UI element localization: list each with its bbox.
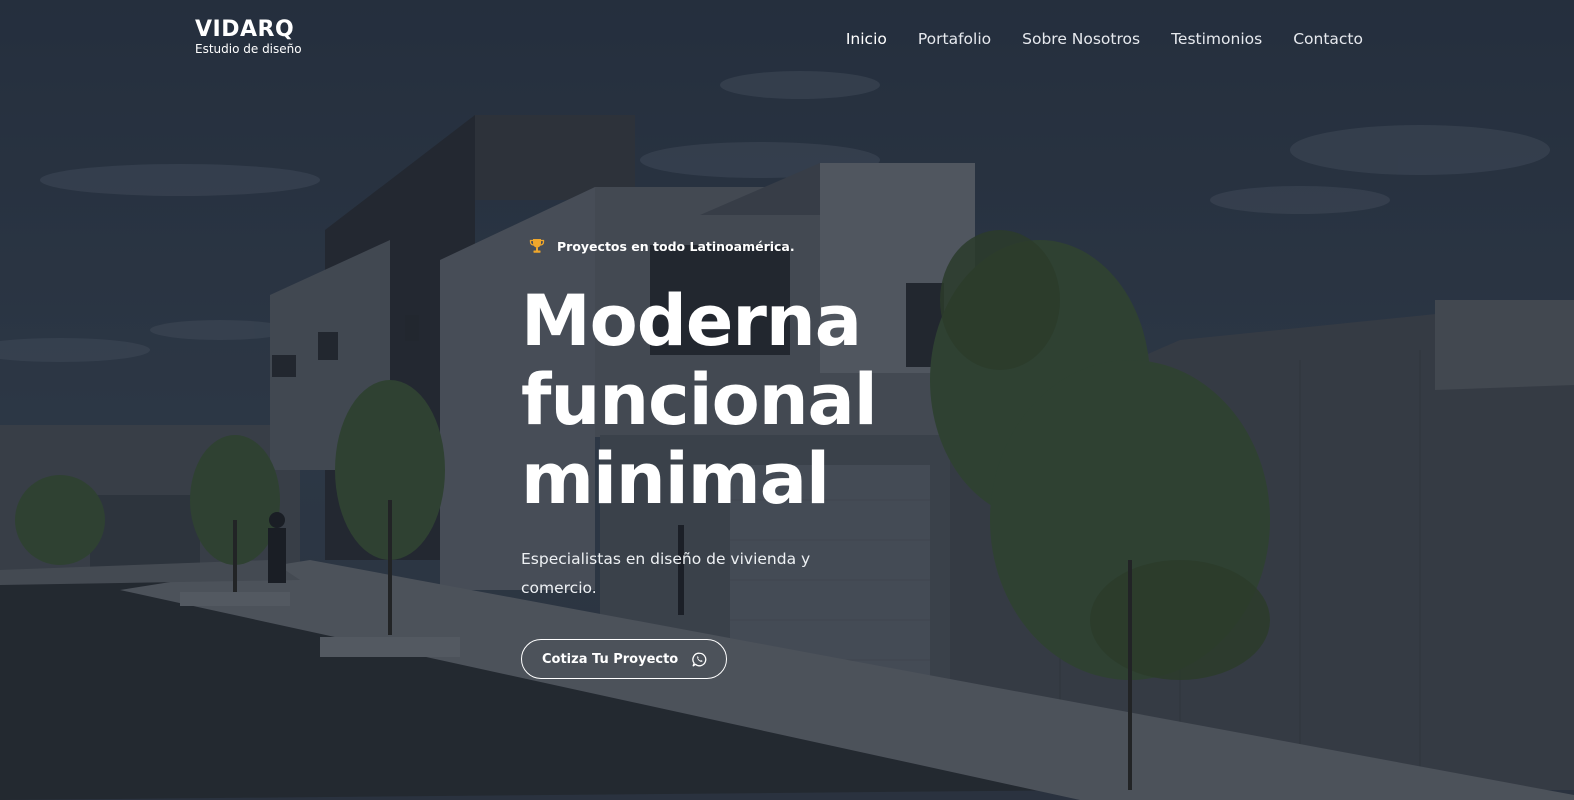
whatsapp-icon (692, 652, 707, 667)
main-nav: Inicio Portafolio Sobre Nosotros Testimo… (846, 29, 1363, 49)
headline-line-3: minimal (521, 438, 830, 520)
hero-headline: Moderna funcional minimal (521, 282, 1041, 519)
hero-section: Proyectos en todo Latinoamérica. Moderna… (521, 235, 1041, 679)
headline-line-1: Moderna (521, 280, 862, 362)
nav-item-contacto[interactable]: Contacto (1293, 29, 1363, 49)
quote-project-button-label: Cotiza Tu Proyecto (542, 651, 679, 667)
brand-title: VIDARQ (195, 17, 295, 42)
hero-subtitle: Especialistas en diseño de vivienda y co… (521, 550, 811, 597)
brand-subtitle: Estudio de diseño (195, 42, 302, 56)
brand-logo[interactable]: VIDARQ Estudio de diseño (195, 17, 302, 56)
headline-line-2: funcional (521, 359, 878, 441)
nav-item-portafolio[interactable]: Portafolio (918, 29, 991, 49)
trophy-icon (529, 238, 545, 254)
nav-item-inicio[interactable]: Inicio (846, 29, 887, 49)
hero-badge-text: Proyectos en todo Latinoamérica. (557, 238, 795, 254)
hero-badge: Proyectos en todo Latinoamérica. (529, 235, 1041, 257)
quote-project-button[interactable]: Cotiza Tu Proyecto (521, 639, 728, 679)
nav-item-sobre-nosotros[interactable]: Sobre Nosotros (1022, 29, 1140, 49)
nav-item-testimonios[interactable]: Testimonios (1171, 29, 1262, 49)
site-header: VIDARQ Estudio de diseño Inicio Portafol… (0, 0, 1574, 80)
